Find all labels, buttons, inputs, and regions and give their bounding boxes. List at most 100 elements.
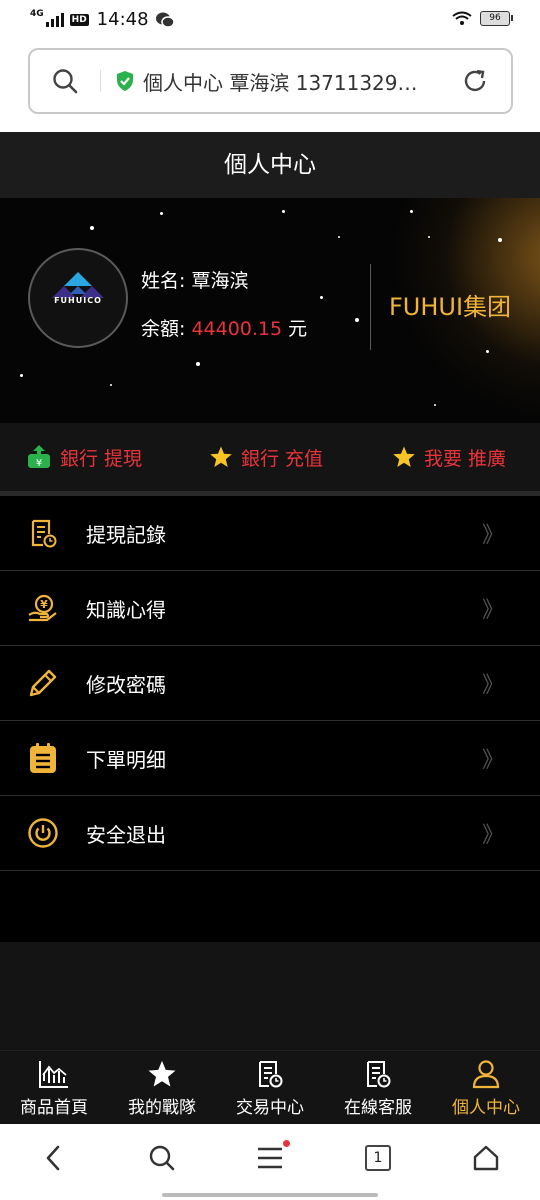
svg-text:¥: ¥ <box>36 458 42 469</box>
home-button[interactable] <box>456 1144 516 1172</box>
hero-star <box>486 350 489 353</box>
reload-button[interactable] <box>439 68 511 94</box>
menu-list: 提現記錄 》 ¥ 知識心得 》 修改密碼 》 下單明细 》 安全退出 》 <box>0 496 540 942</box>
name-value: 覃海滨 <box>191 270 249 292</box>
power-icon <box>28 818 58 848</box>
menu-icon-wrap <box>0 667 86 699</box>
signal-icon <box>45 12 64 27</box>
hero-star <box>498 238 502 242</box>
hero-star <box>434 404 436 406</box>
home-icon <box>473 1145 499 1171</box>
menu-item-change-password[interactable]: 修改密碼 》 <box>0 646 540 721</box>
menu-item-knowledge[interactable]: ¥ 知識心得 》 <box>0 571 540 646</box>
tab-label: 商品首頁 <box>20 1098 88 1118</box>
hero-star <box>160 212 163 215</box>
app-tab-bar: 商品首頁 我的戰隊 交易中心 在線客服 個人中心 <box>0 1050 540 1124</box>
menu-icon-wrap <box>0 817 86 849</box>
menu-item-logout[interactable]: 安全退出 》 <box>0 796 540 871</box>
chevron-right-icon: 》 <box>481 523 504 548</box>
home-indicator[interactable] <box>162 1193 378 1197</box>
avatar[interactable]: FUHUICO <box>28 248 128 348</box>
url-text: 個人中心 覃海滨 13711329… <box>143 70 418 95</box>
chart-icon <box>39 1061 68 1088</box>
browser-search-button[interactable] <box>30 68 100 94</box>
balance-label: 余額: <box>141 318 186 340</box>
promote-button[interactable]: 我要 推廣 <box>346 423 540 491</box>
hero-star <box>338 236 340 238</box>
hero-star <box>428 236 430 238</box>
menu-button[interactable] <box>240 1140 300 1170</box>
chevron-right-icon: 》 <box>481 823 504 848</box>
bank-withdraw-label: 銀行 提現 <box>60 447 143 470</box>
url-field[interactable]: 個人中心 覃海滨 13711329… <box>101 67 439 96</box>
menu-icon-wrap: ¥ <box>0 593 86 623</box>
tab-trading-center[interactable]: 交易中心 <box>216 1051 324 1124</box>
hand-money-icon: ¥ <box>28 594 57 622</box>
chevron-right-icon: 》 <box>481 673 504 698</box>
menu-item-label: 修改密碼 <box>86 672 166 697</box>
hero-star <box>320 296 323 299</box>
menu-icon-wrap <box>0 742 86 774</box>
tab-label: 在線客服 <box>344 1098 412 1118</box>
shield-check-icon <box>117 71 133 91</box>
balance-value: 44400.15 <box>191 318 283 340</box>
wechat-icon <box>155 12 175 28</box>
browser-bottom-nav: 1 <box>0 1124 540 1200</box>
menu-item-label: 下單明细 <box>86 747 166 772</box>
tab-label: 個人中心 <box>452 1098 520 1118</box>
quick-actions: ¥ 銀行 提現 銀行 充值 我要 推廣 <box>0 423 540 491</box>
logo-text: FUHUICO <box>54 296 102 305</box>
hero-star <box>355 318 359 322</box>
user-icon <box>472 1060 500 1089</box>
browser-url-bar[interactable]: 個人中心 覃海滨 13711329… <box>28 48 513 114</box>
wifi-icon <box>452 11 472 25</box>
search-icon <box>149 1145 175 1171</box>
star-icon <box>393 446 415 467</box>
balance-unit: 元 <box>288 318 308 340</box>
menu-item-label: 知識心得 <box>86 597 166 622</box>
hero-star <box>410 210 413 213</box>
bank-deposit-button[interactable]: 銀行 充值 <box>186 423 346 491</box>
content-spacer <box>0 942 540 1050</box>
menu-item-label: 安全退出 <box>86 822 166 847</box>
reload-icon <box>464 69 486 92</box>
search-icon <box>53 69 78 94</box>
star-icon <box>148 1060 176 1087</box>
svg-text:¥: ¥ <box>40 598 48 611</box>
tab-profile[interactable]: 個人中心 <box>432 1051 540 1124</box>
menu-item-withdraw-records[interactable]: 提現記錄 》 <box>0 496 540 571</box>
hero-star <box>196 362 200 366</box>
clipboard-list-icon <box>30 743 56 773</box>
star-icon <box>210 446 232 467</box>
back-button[interactable] <box>24 1144 84 1172</box>
page-title: 個人中心 <box>0 132 540 198</box>
status-left: 4G HD 14:48 <box>30 9 175 30</box>
hero-star <box>110 384 112 386</box>
bank-withdraw-button[interactable]: ¥ 銀行 提現 <box>0 423 186 491</box>
hero-star <box>282 210 285 213</box>
tab-label: 交易中心 <box>236 1098 304 1118</box>
hamburger-menu-icon <box>258 1147 282 1169</box>
status-bar: 4G HD 14:48 96 <box>0 0 540 40</box>
tab-home[interactable]: 商品首頁 <box>0 1051 108 1124</box>
hero-star <box>20 374 23 377</box>
tabs-button[interactable]: 1 <box>348 1145 408 1171</box>
profile-hero: FUHUICO 姓名: 覃海滨 余額: 44400.15 元 FUHUI集团 <box>0 198 540 423</box>
name-label: 姓名: <box>141 270 186 292</box>
chevron-left-icon <box>46 1145 60 1171</box>
brand-name: FUHUI集团 <box>389 293 512 321</box>
menu-item-order-details[interactable]: 下單明细 》 <box>0 721 540 796</box>
browser-search-nav-button[interactable] <box>132 1144 192 1172</box>
tab-my-team[interactable]: 我的戰隊 <box>108 1051 216 1124</box>
balance-row: 余額: 44400.15 元 <box>141 314 307 341</box>
name-row: 姓名: 覃海滨 <box>141 266 248 293</box>
hd-badge: HD <box>69 13 89 26</box>
battery-icon: 96 <box>480 11 513 26</box>
bank-withdraw-icon: ¥ <box>28 445 50 469</box>
status-right: 96 <box>452 11 513 26</box>
document-clock-icon <box>31 519 57 548</box>
tab-label: 我的戰隊 <box>128 1098 196 1118</box>
promote-label: 我要 推廣 <box>423 447 506 470</box>
tab-online-service[interactable]: 在線客服 <box>324 1051 432 1124</box>
notification-dot <box>283 1140 290 1147</box>
